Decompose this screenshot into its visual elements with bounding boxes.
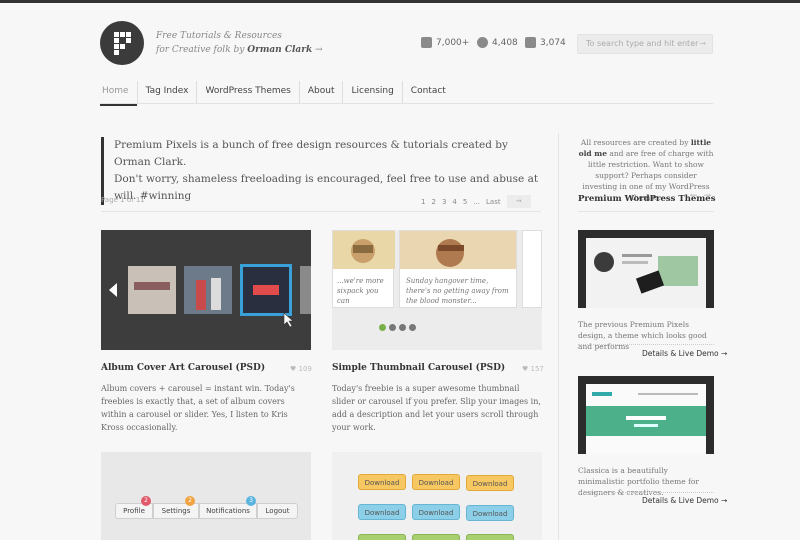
- slider-card-2-text: Sunday hangover time, there's no getting…: [406, 277, 509, 305]
- theme-preview-2: [586, 384, 706, 454]
- demo-download-blue-3: Download: [466, 505, 514, 521]
- facebook-stat[interactable]: 3,074: [525, 37, 566, 48]
- tagline-prefix: for Creative folk by: [156, 45, 245, 55]
- demo-badge-notifications: 3: [246, 496, 256, 506]
- content-divider: [101, 211, 541, 212]
- tagline-line1: Free Tutorials & Resources: [156, 31, 282, 41]
- demo-logout-tab: Logout: [257, 503, 298, 519]
- sidebar-title-divider: [578, 211, 714, 212]
- theme-1-demo-link[interactable]: Details & Live Demo →: [642, 349, 727, 358]
- demo-badge-settings: 2: [185, 496, 195, 506]
- tagline-author: Orman Clark: [247, 45, 313, 55]
- next-page-button[interactable]: →: [506, 195, 531, 208]
- theme-2-demo-link[interactable]: Details & Live Demo →: [642, 496, 727, 505]
- slider-dot[interactable]: [389, 324, 396, 331]
- post-desc-2: Today's freebie is a super awesome thumb…: [332, 384, 541, 432]
- post-title-1[interactable]: Album Cover Art Carousel (PSD): [101, 363, 265, 373]
- rss-stat[interactable]: 7,000+: [421, 37, 469, 48]
- theme-desc-1: The previous Premium Pixels design, a th…: [578, 320, 707, 351]
- download-buttons-thumbnail[interactable]: Download Download Download Download Down…: [332, 452, 542, 540]
- album-carousel-thumbnail[interactable]: [101, 230, 311, 350]
- page-3[interactable]: 3: [442, 198, 446, 206]
- page-4[interactable]: 4: [452, 198, 456, 206]
- site-logo[interactable]: [100, 21, 144, 65]
- rss-count: 7,000+: [436, 37, 470, 48]
- logo-pixel-icon: [114, 32, 131, 55]
- page-last[interactable]: Last: [486, 198, 501, 206]
- nav-licensing[interactable]: Licensing: [342, 81, 401, 103]
- search-input[interactable]: To search type and hit enter →: [577, 34, 713, 54]
- slider-dot[interactable]: [409, 324, 416, 331]
- cartoon-image-1: [333, 231, 395, 269]
- sidebar-next-arrow-icon[interactable]: →: [702, 191, 713, 203]
- demo-download-blue-1: Download: [358, 504, 406, 520]
- demo-download-green-3: [466, 534, 514, 540]
- facebook-count: 3,074: [540, 37, 566, 48]
- page-5[interactable]: 5: [463, 198, 467, 206]
- thumbnail-carousel-thumbnail[interactable]: ...we're more sixpack you can Sunday han…: [332, 230, 542, 350]
- post-likes-count-2: 157: [530, 365, 544, 373]
- nav-wordpress-themes[interactable]: WordPress Themes: [196, 81, 298, 103]
- intro-line1: Premium Pixels is a bunch of free design…: [114, 139, 508, 168]
- nav-contact[interactable]: Contact: [401, 81, 454, 103]
- twitter-count: 4,408: [492, 37, 518, 48]
- post-desc-1: Album covers + carousel = instant win. T…: [101, 384, 295, 432]
- page-1[interactable]: 1: [421, 198, 425, 206]
- twitter-stat[interactable]: 4,408: [477, 37, 518, 48]
- theme-thumbnail-2[interactable]: [578, 376, 714, 454]
- nav-tag-index[interactable]: Tag Index: [136, 81, 197, 103]
- tagline-arrow-icon: →: [315, 45, 323, 55]
- sidebar-divider: [558, 133, 559, 540]
- post-likes-1[interactable]: ♥ 109: [290, 365, 312, 373]
- nav-divider: [100, 103, 713, 104]
- theme-desc-2: Classica is a beautifully minimalistic p…: [578, 466, 699, 497]
- demo-download-blue-2: Download: [412, 504, 460, 520]
- post-title-2[interactable]: Simple Thumbnail Carousel (PSD): [332, 363, 505, 373]
- demo-download-green-1: [358, 534, 406, 540]
- search-arrow-icon[interactable]: →: [699, 35, 706, 53]
- sidebar-prev-arrow-icon[interactable]: ←: [688, 191, 699, 203]
- demo-badge-profile: 2: [141, 496, 151, 506]
- page-2[interactable]: 2: [431, 198, 435, 206]
- pagination: 1 2 3 4 5 ... Last →: [421, 195, 531, 208]
- slider-dot[interactable]: [399, 324, 406, 331]
- slider-card-2: Sunday hangover time, there's no getting…: [399, 230, 517, 308]
- theme-2-dotted-divider: [578, 492, 714, 493]
- slider-dots: [379, 324, 416, 331]
- main-nav: Home Tag Index WordPress Themes About Li…: [100, 81, 454, 106]
- demo-download-green-2: [412, 534, 460, 540]
- demo-download-yellow-2: Download: [412, 474, 460, 490]
- demo-download-yellow-3: Download: [466, 475, 514, 491]
- page-ellipsis: ...: [473, 197, 481, 206]
- nav-home[interactable]: Home: [100, 81, 137, 106]
- theme-thumbnail-1[interactable]: [578, 230, 714, 308]
- heart-icon: ♥: [290, 365, 297, 373]
- theme-1-dotted-divider: [578, 344, 714, 345]
- slider-dot-active[interactable]: [379, 324, 386, 331]
- album-carousel-image: [109, 264, 311, 328]
- site-tagline: Free Tutorials & Resources for Creative …: [156, 29, 323, 57]
- facebook-icon: [525, 37, 536, 48]
- post-likes-count-1: 109: [298, 365, 312, 373]
- slider-card-3: [522, 230, 542, 308]
- rss-icon: [421, 37, 432, 48]
- notification-badges-thumbnail[interactable]: Profile Settings Notifications Logout 2 …: [101, 452, 311, 540]
- post-likes-2[interactable]: ♥ 157: [522, 365, 544, 373]
- page-info: Page 1 of 11: [101, 196, 145, 204]
- demo-download-yellow-1: Download: [358, 474, 406, 490]
- cartoon-image-2: [400, 231, 516, 269]
- twitter-bird-icon: [477, 37, 488, 48]
- nav-about[interactable]: About: [298, 81, 343, 103]
- search-placeholder: To search type and hit enter: [586, 39, 699, 48]
- sidebar-note-prefix: All resources are created by: [580, 138, 689, 147]
- theme-preview-1: [586, 238, 706, 308]
- slider-card-1-text: ...we're more sixpack you can: [337, 277, 384, 305]
- heart-icon: ♥: [522, 365, 529, 373]
- slider-card-1: ...we're more sixpack you can: [332, 230, 395, 308]
